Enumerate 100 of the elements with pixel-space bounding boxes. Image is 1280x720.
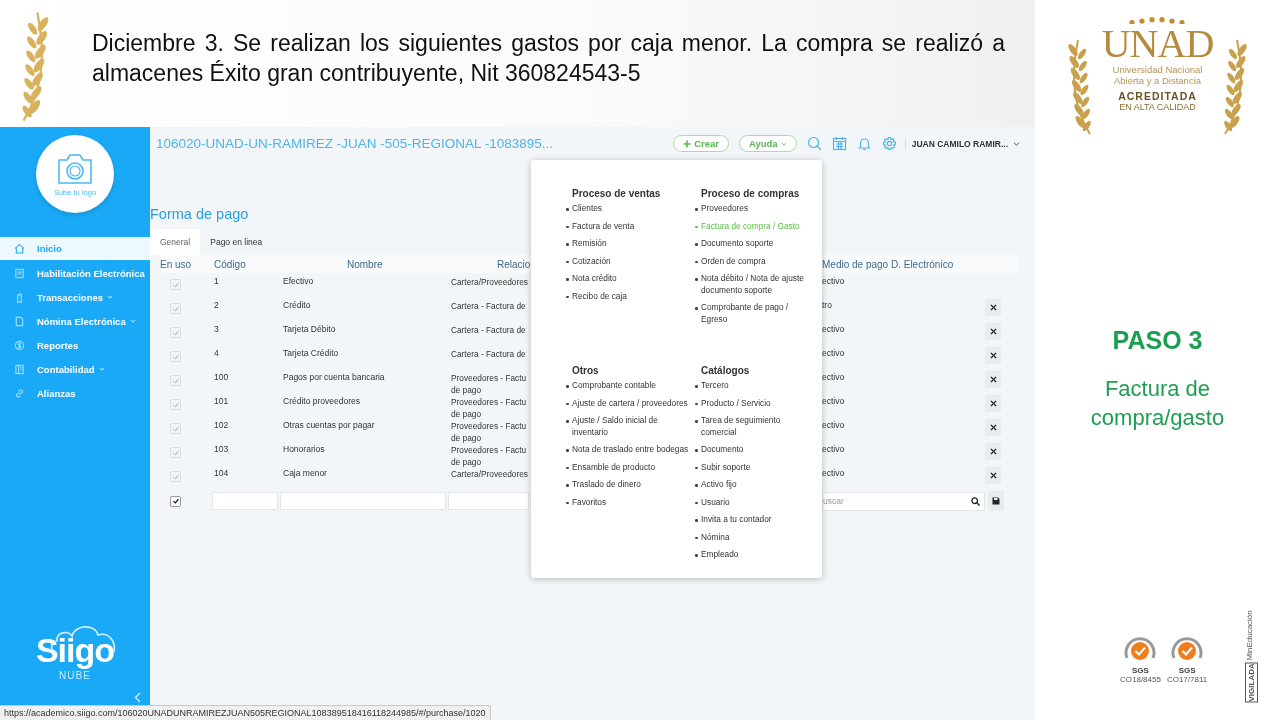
remove-button[interactable]: [985, 443, 1001, 460]
menu-item[interactable]: Cotización: [566, 255, 695, 267]
table-cell-text: Crédito: [282, 299, 312, 310]
menu-item[interactable]: Comprobante de pago / Egreso: [695, 302, 815, 325]
menu-item[interactable]: Activo fijo: [695, 479, 815, 491]
accreditation-subtitle: EN ALTA CALIDAD: [1119, 102, 1196, 112]
save-icon: [992, 497, 1000, 505]
close-icon: [989, 424, 997, 431]
settings-icon[interactable]: [881, 136, 897, 151]
menu-item[interactable]: Nómina: [695, 531, 815, 543]
menu-item[interactable]: Tarea de seguimiento comercial: [695, 415, 815, 438]
column-header: Relacio: [496, 258, 531, 270]
menu-item[interactable]: Documento: [695, 444, 815, 456]
remove-button[interactable]: [985, 299, 1001, 316]
table-cell-text: 103: [213, 443, 230, 454]
bell-icon[interactable]: [856, 136, 872, 151]
column-header: Medio de pago D. Electrónico: [822, 258, 955, 270]
close-icon: [989, 352, 997, 359]
slide-heading: Diciembre 3. Se realizan los siguientes gastos por caja menor. La compra se realizó a almacenes Éxito gran contribuyente, Nit 360824543-5: [92, 29, 1005, 88]
tab[interactable]: Pago en linea: [200, 229, 273, 255]
table-cell-text: Tarjeta Crédito: [282, 347, 340, 358]
remove-button[interactable]: [985, 323, 1001, 340]
check-icon: [171, 376, 180, 385]
search-icon[interactable]: [806, 136, 822, 151]
table-cell-text: Proveedores - Factu de pago: [450, 420, 528, 444]
page-title: Forma de pago: [150, 206, 249, 222]
menu-item[interactable]: Factura de venta: [566, 220, 695, 232]
save-button[interactable]: [988, 491, 1004, 511]
table-cell-text: Cartera - Factura de: [450, 300, 527, 312]
tab[interactable]: General: [150, 229, 201, 255]
menu-item[interactable]: Remisión: [566, 238, 695, 250]
input-field[interactable]: [212, 492, 278, 510]
remove-button[interactable]: [985, 419, 1001, 436]
menu-item[interactable]: Recibo de caja: [566, 290, 695, 302]
menu-item[interactable]: Favoritos: [566, 496, 695, 508]
certification-code: CO17/7811: [1166, 675, 1208, 684]
table-cell-text: Cartera - Factura de: [450, 324, 527, 336]
input-field[interactable]: [280, 492, 446, 510]
table-cell-text: ectivo: [822, 323, 846, 334]
chevron-icon: [780, 141, 787, 146]
menu-item[interactable]: Nota de traslado entre bodegas: [566, 444, 695, 456]
menu-section-title: Otros: [572, 364, 600, 378]
table-cell-text: Efectivo: [282, 275, 315, 286]
menu-item[interactable]: Ensamble de producto: [566, 461, 695, 473]
document-icon: [14, 267, 25, 279]
table-cell-text: Cartera - Factura de: [450, 348, 527, 360]
table-cell-text: 1: [213, 275, 220, 286]
table-cell-text: 2: [213, 299, 220, 310]
menu-item[interactable]: Nota crédito: [566, 273, 695, 285]
menu-item[interactable]: Ajuste / Saldo inicial de inventario: [566, 415, 695, 438]
menu-item[interactable]: Tercero: [695, 380, 815, 392]
sidebar-label: Transacciones: [37, 291, 103, 303]
calendar-icon[interactable]: [831, 136, 847, 151]
menu-item[interactable]: Documento soporte: [695, 238, 815, 250]
menu-item[interactable]: Nota débito / Nota de ajuste documento soporte: [695, 273, 815, 296]
checkbox[interactable]: [170, 495, 181, 507]
remove-button[interactable]: [985, 347, 1001, 364]
chevron-icon: [98, 367, 105, 371]
chevron-icon: [129, 319, 136, 323]
menu-item[interactable]: Comprobante contable: [566, 380, 695, 392]
column-header: En uso: [160, 258, 193, 270]
user-menu[interactable]: JUAN CAMILO RAMIR...: [904, 138, 1020, 149]
table-cell-text: Proveedores - Factu de pago: [450, 444, 528, 468]
menu-item[interactable]: Traslado de dinero: [566, 479, 695, 491]
check-icon: [171, 328, 180, 337]
menu-item[interactable]: Empleado: [695, 549, 815, 561]
menu-item[interactable]: Subir soporte: [695, 461, 815, 473]
file-icon: [14, 315, 25, 327]
menu-item[interactable]: Ajuste de cartera / proveedores: [566, 397, 695, 409]
menu-item[interactable]: Invita a tu contador: [695, 514, 815, 526]
menu-item[interactable]: Orden de compra: [695, 255, 815, 267]
check-icon: [171, 424, 180, 433]
brand-logo: Siigo: [35, 622, 115, 670]
ledger-icon: [14, 363, 25, 375]
search-icon: [971, 496, 980, 506]
table-cell-text: 100: [213, 371, 230, 382]
brand-subtitle: NUBE: [59, 670, 91, 681]
certification-code: CO18/8455: [1120, 675, 1161, 684]
input-field[interactable]: [448, 492, 529, 510]
ministry-label: MinEducación: [1245, 610, 1255, 661]
remove-button[interactable]: [985, 467, 1001, 484]
menu-item[interactable]: Producto / Servicio: [695, 397, 815, 409]
check-icon: [171, 497, 180, 505]
seal-label: SGS: [1132, 666, 1149, 675]
collapse-icon[interactable]: [134, 692, 141, 703]
column-header: Código: [213, 258, 247, 270]
close-icon: [989, 376, 997, 383]
remove-button[interactable]: [985, 371, 1001, 388]
close-icon: [989, 304, 997, 311]
menu-item[interactable]: Proveedores: [695, 203, 815, 215]
plus-icon: [683, 139, 692, 148]
menu-item[interactable]: Usuario: [695, 496, 815, 508]
close-icon: [989, 472, 997, 479]
logo-wordmark: UNAD: [1101, 24, 1214, 64]
menu-item[interactable]: Clientes: [566, 203, 695, 215]
menu-section-title: Catálogos: [701, 364, 751, 378]
table-cell-text: 102: [213, 419, 230, 430]
logo-text: Abierta y a Distancia: [1113, 75, 1202, 86]
remove-button[interactable]: [985, 395, 1001, 412]
check-icon: [171, 448, 180, 457]
